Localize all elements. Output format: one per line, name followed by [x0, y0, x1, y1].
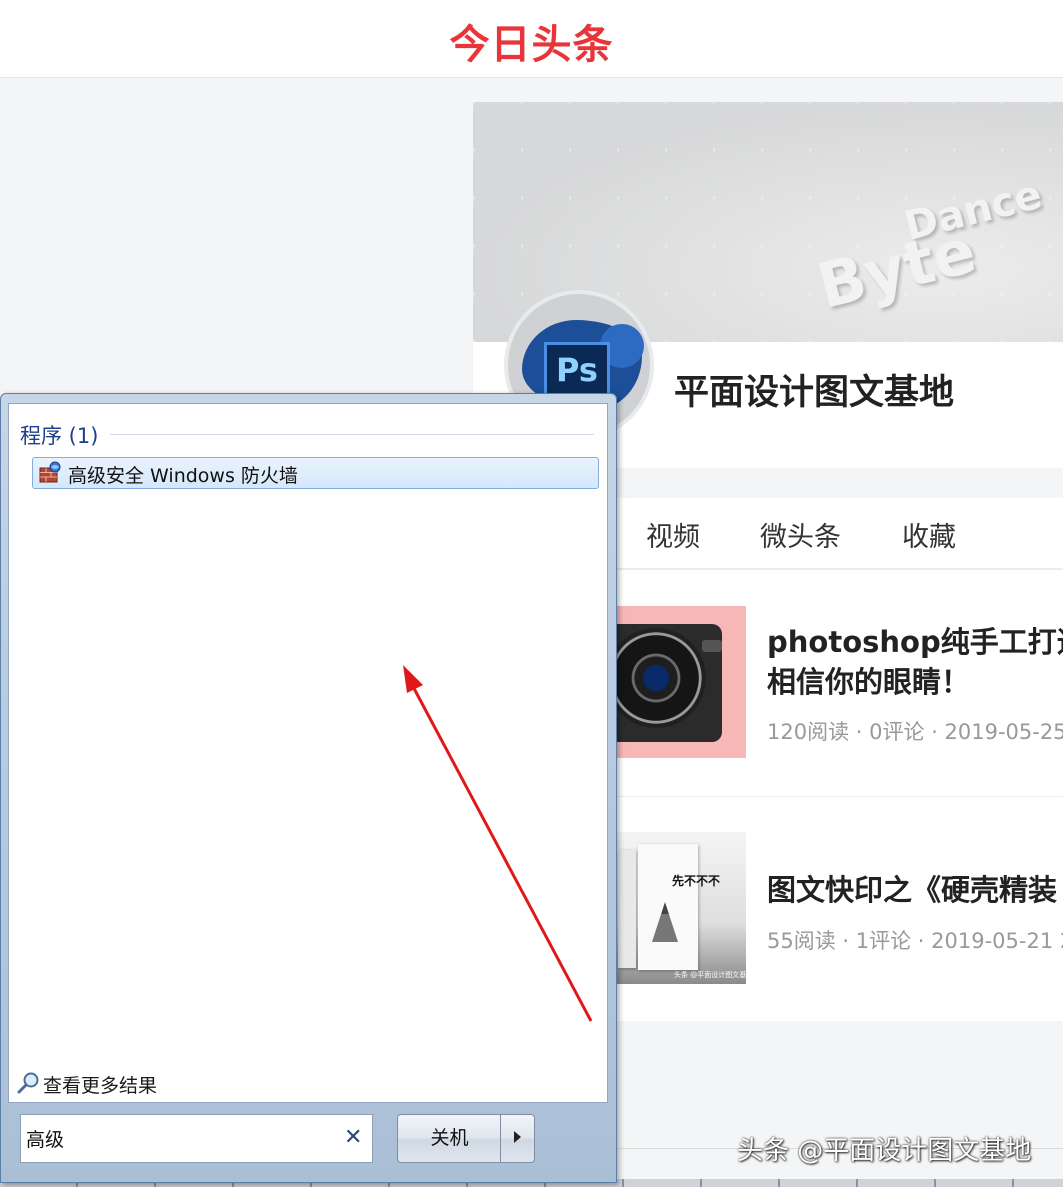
- search-input[interactable]: [26, 1124, 336, 1152]
- shutdown-options-button[interactable]: [500, 1114, 535, 1163]
- banner-text-byte: Byte: [810, 213, 983, 323]
- article-title-line2[interactable]: 相信你的眼睛！: [767, 662, 970, 702]
- chevron-right-icon: [514, 1131, 521, 1143]
- watermark: 头条 @平面设计图文基地: [737, 1136, 1032, 1166]
- firewall-icon: [39, 461, 61, 483]
- top-header: 今日头条: [0, 0, 1063, 78]
- profile-name: 平面设计图文基地: [674, 373, 955, 413]
- clear-icon[interactable]: ✕: [344, 1125, 362, 1150]
- toutiao-logo[interactable]: 今日头条: [0, 12, 1063, 70]
- article-thumbnail-camera[interactable]: [614, 606, 746, 758]
- camera-badge: [702, 640, 722, 652]
- result-label: 高级安全 Windows 防火墙: [68, 465, 298, 487]
- search-icon: [17, 1072, 39, 1094]
- book-cover: [638, 844, 698, 970]
- annotation-arrow: [403, 665, 593, 1022]
- tab-video[interactable]: 视频: [646, 515, 700, 554]
- book-spine: [618, 850, 636, 968]
- tab-weitoutiao[interactable]: 微头条: [760, 515, 841, 554]
- photoshop-logo-icon: Ps: [544, 342, 610, 400]
- tab-favorites[interactable]: 收藏: [902, 515, 956, 554]
- book-title: 先不不不: [672, 874, 721, 888]
- article-meta: 120阅读 · 0评论 · 2019-05-25 2: [767, 720, 1063, 744]
- article-title[interactable]: 图文快印之《硬壳精装: [767, 870, 1057, 910]
- see-more-results-link[interactable]: 查看更多结果: [43, 1071, 157, 1098]
- article-meta: 55阅读 · 1评论 · 2019-05-21 2: [767, 929, 1063, 953]
- group-divider: [110, 434, 594, 435]
- article-title[interactable]: photoshop纯手工打造: [767, 622, 1063, 662]
- results-group-header: 程序 (1): [20, 424, 99, 448]
- thumb-caption: 头条 @平面设计图文基地: [674, 971, 746, 979]
- article-thumbnail-book[interactable]: 先不不不 头条 @平面设计图文基地: [614, 832, 746, 984]
- shutdown-button[interactable]: 关机: [397, 1114, 501, 1163]
